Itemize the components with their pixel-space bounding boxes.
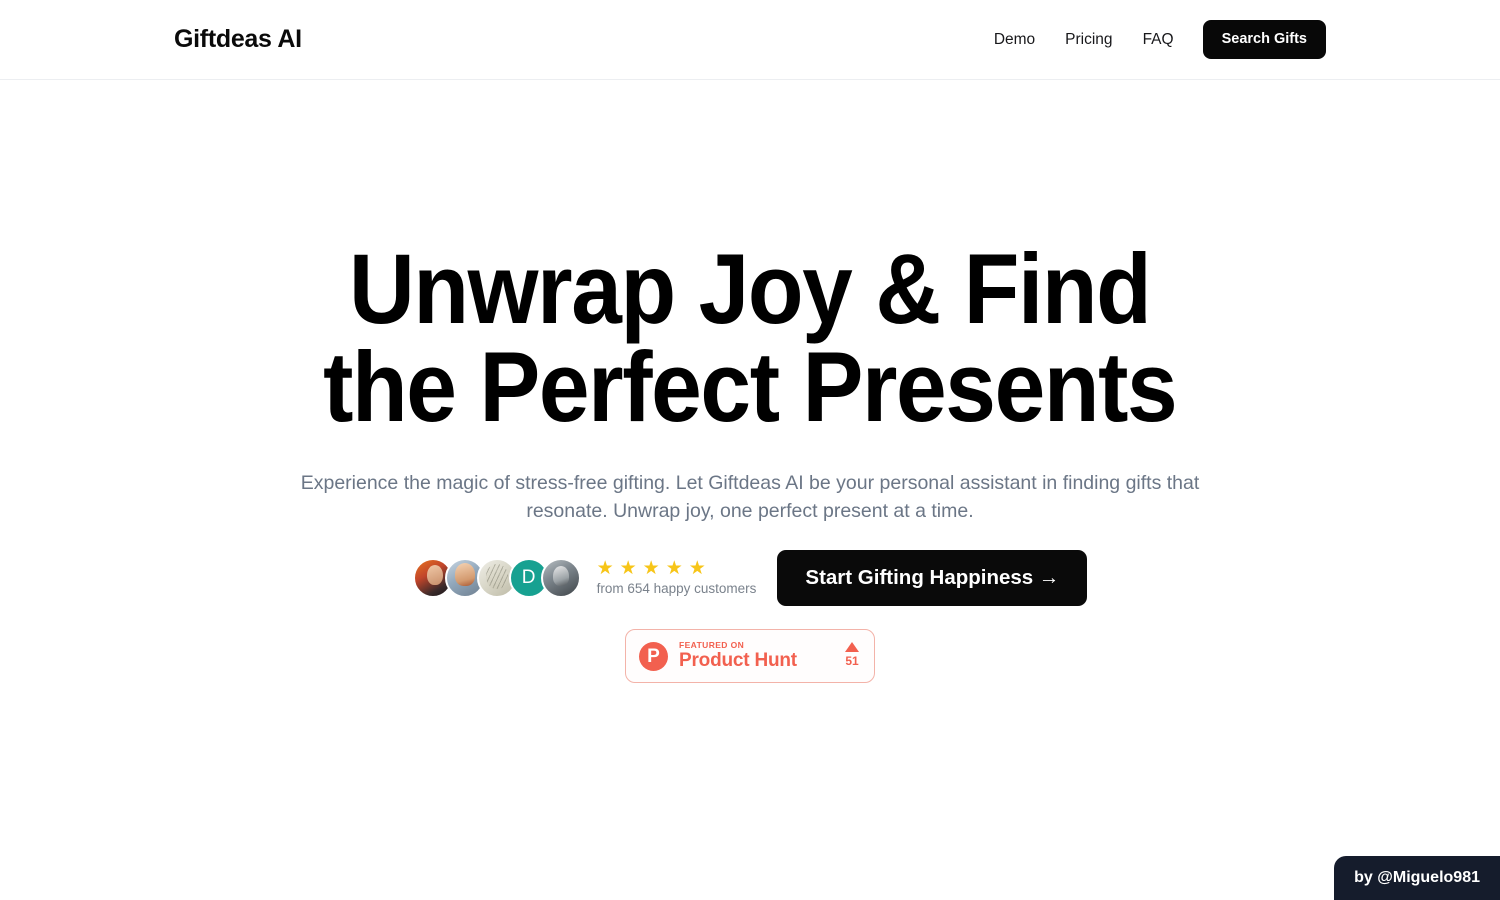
headline-line-2: the Perfect Presents bbox=[323, 331, 1178, 442]
credit-badge[interactable]: by @Miguelo981 bbox=[1334, 855, 1500, 900]
page-title: Unwrap Joy & Find the Perfect Presents bbox=[323, 239, 1178, 436]
site-header: Giftdeas AI Demo Pricing FAQ Search Gift… bbox=[0, 0, 1500, 80]
star-rating: ★ ★ ★ ★ ★ bbox=[597, 559, 706, 578]
product-hunt-logo-icon: P bbox=[639, 641, 668, 671]
headline-line-1: Unwrap Joy & Find bbox=[349, 233, 1152, 344]
product-hunt-name: Product Hunt bbox=[679, 650, 797, 672]
product-hunt-featured-label: FEATURED ON bbox=[679, 640, 745, 651]
hero-subtitle: Experience the magic of stress-free gift… bbox=[300, 472, 1200, 523]
rating-caption: from 654 happy customers bbox=[596, 580, 757, 596]
nav-link-faq[interactable]: FAQ bbox=[1128, 32, 1189, 48]
nav-link-demo[interactable]: Demo bbox=[979, 32, 1050, 48]
avatar-group: D bbox=[412, 557, 581, 598]
product-hunt-upvotes[interactable]: 51 bbox=[845, 642, 861, 670]
star-icon: ★ bbox=[619, 557, 637, 579]
search-gifts-button[interactable]: Search Gifts bbox=[1202, 20, 1326, 59]
brand-logo[interactable]: Giftdeas AI bbox=[174, 27, 302, 52]
social-proof-row: D ★ ★ ★ ★ ★ from 654 happy customers Sta… bbox=[412, 549, 1088, 607]
product-hunt-badge[interactable]: P FEATURED ON Product Hunt 51 bbox=[625, 629, 875, 684]
product-hunt-logo-letter: P bbox=[647, 645, 660, 667]
upvote-triangle-icon bbox=[845, 642, 859, 653]
star-icon: ★ bbox=[688, 557, 706, 579]
upvote-count: 51 bbox=[845, 654, 859, 669]
hero-section: Unwrap Joy & Find the Perfect Presents E… bbox=[0, 80, 1500, 684]
star-icon: ★ bbox=[642, 557, 660, 579]
star-icon: ★ bbox=[665, 557, 683, 579]
main-navigation: Demo Pricing FAQ Search Gifts bbox=[979, 20, 1326, 59]
product-hunt-text: FEATURED ON Product Hunt bbox=[679, 640, 845, 672]
nav-link-pricing[interactable]: Pricing bbox=[1050, 32, 1127, 48]
avatar bbox=[540, 557, 581, 598]
rating-block: ★ ★ ★ ★ ★ from 654 happy customers bbox=[597, 559, 757, 597]
start-gifting-happiness-button[interactable]: Start Gifting Happiness → bbox=[777, 549, 1088, 607]
star-icon: ★ bbox=[596, 557, 614, 579]
